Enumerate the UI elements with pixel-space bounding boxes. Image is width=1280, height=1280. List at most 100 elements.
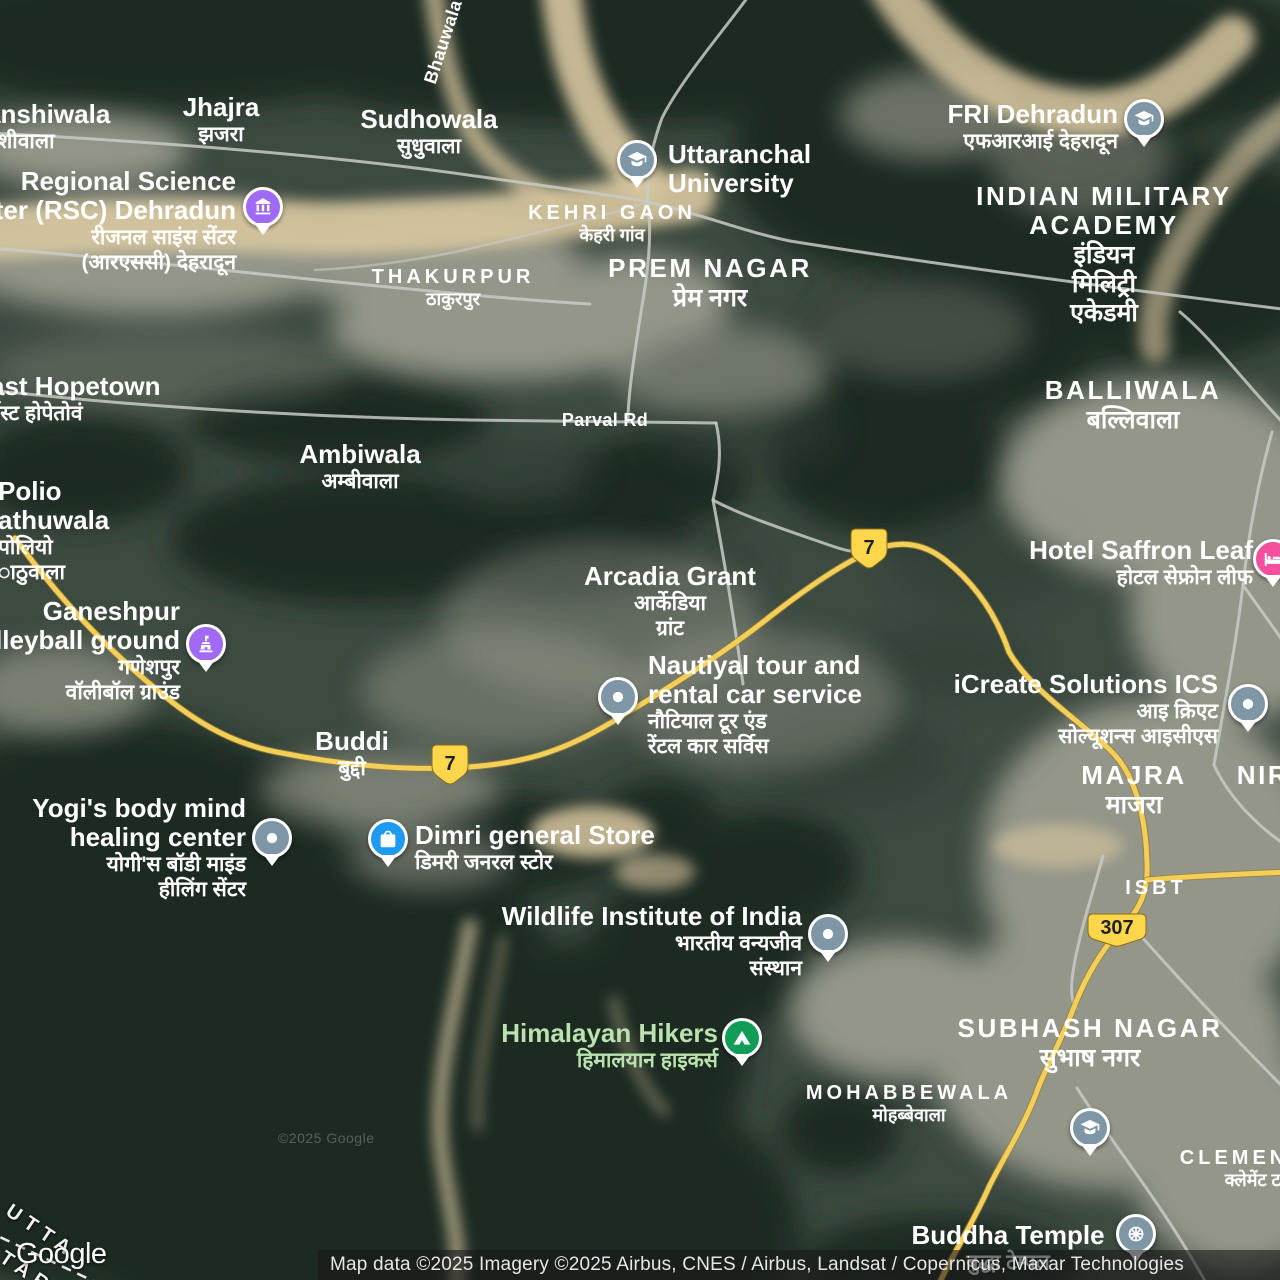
- label-banshiwala[interactable]: anshiwalaबंशीवाला: [0, 99, 111, 154]
- label-ganeshpur-volleyball-ground[interactable]: Ganeshpur lleyball ground गणेशपुर वॉलीबॉल ग…: [0, 596, 180, 704]
- label-arcadia-grant-hindi-text: ग्रांट: [656, 616, 684, 640]
- label-uttaranchal-university[interactable]: Uttaranchal University: [668, 139, 812, 199]
- label-ambiwala[interactable]: Ambiwala अम्बीवाला: [299, 439, 421, 494]
- label-ambiwala-hindi-text: अम्बीवाला: [321, 470, 399, 494]
- label-dimri-general-store[interactable]: Dimri general Store डिमरी जनरल स्टोर: [415, 820, 655, 875]
- label-buddi-text: Buddi: [315, 726, 389, 756]
- label-thakurpur[interactable]: THAKURPUR ठाकुरपुर: [372, 266, 535, 310]
- label-parval-rd-text: Parval Rd: [561, 410, 649, 430]
- label-majra-hindi-text: माजरा: [1105, 791, 1163, 820]
- label-jhajra[interactable]: Jhajra झजरा: [183, 92, 260, 147]
- label-indian-military-academy[interactable]: INDIAN MILITARY ACADEMY इंडियन मिलिट्री एकेड…: [976, 181, 1232, 327]
- label-polio-mathuwala-text: Polio: [0, 476, 62, 506]
- label-subhash-nagar[interactable]: SUBHASH NAGAR सुभाष नगर: [958, 1013, 1223, 1073]
- route-number: 7: [863, 537, 875, 559]
- label-prem-nagar-hindi-text: प्रेम नगर: [672, 284, 748, 313]
- label-wildlife-institute[interactable]: Wildlife Institute of India भारतीय वन्यजी…: [502, 901, 802, 980]
- label-clement[interactable]: CLEMENT Tक्लेमेंट टा: [1180, 1147, 1280, 1191]
- google-maps-satellite-view[interactable]: ©2025 Google UTTA TTARAKH 77307anshiwala…: [0, 0, 1280, 1280]
- route-number: 7: [444, 753, 456, 775]
- label-hotel-saffron-leaf-hindi-text: होटल सेफ्रोन लीफ: [1116, 566, 1253, 590]
- label-nautiyal-tour-text: Nautiyal tour and: [648, 650, 861, 680]
- label-yogis-healing-center-hindi-text: हीलिंग सेंटर: [158, 877, 246, 901]
- label-kehri-gaon-hindi-text: केहरी गांव: [579, 225, 645, 246]
- label-icreate-solutions[interactable]: iCreate Solutions ICS आइ क्रिएट सोल्यूशन्स…: [954, 669, 1218, 748]
- label-yogis-healing-center-hindi-text: योगी'स बॉडी माइंड: [106, 853, 246, 877]
- route-number: 307: [1100, 917, 1134, 939]
- graduation-cap-icon: [626, 149, 648, 171]
- label-balliwala-hindi-text: बल्लिवाला: [1086, 406, 1180, 435]
- label-east-hopetown-hindi-text: ईस्ट होपेतोवं: [0, 402, 83, 426]
- label-rsc-text: ter (RSC) Dehradun: [0, 195, 236, 226]
- label-indian-military-academy-text: ACADEMY: [1029, 210, 1179, 241]
- label-ambiwala-text: Ambiwala: [299, 439, 421, 469]
- google-logo[interactable]: Google: [16, 1238, 107, 1271]
- label-banshiwala-hindi-text: बंशीवाला: [0, 130, 55, 154]
- label-rsc[interactable]: Regional Science ter (RSC) Dehradun रीजनल …: [0, 166, 236, 274]
- label-banshiwala-text: anshiwala: [0, 99, 111, 129]
- label-hotel-saffron-leaf[interactable]: Hotel Saffron Leaf होटल सेफ्रोन लीफ: [1029, 535, 1253, 590]
- label-isbt[interactable]: ISBT: [1125, 877, 1187, 899]
- label-nautiyal-tour-hindi-text: नौटियाल टूर एंड: [648, 710, 767, 734]
- label-arcadia-grant[interactable]: Arcadia Grant आर्केडिया ग्रांट: [584, 561, 756, 640]
- label-polio-mathuwala[interactable]: Polio athuwala पोलियोाठुवाला: [0, 476, 110, 584]
- label-uttaranchal-university-text: Uttaranchal: [668, 139, 812, 169]
- label-yogis-healing-center-text: Yogi's body mind: [32, 793, 246, 823]
- label-yogis-healing-center[interactable]: Yogi's body mind healing center योगी'स बॉड…: [32, 793, 246, 901]
- dimri-general-store-pin[interactable]: [368, 819, 408, 859]
- label-sudhowala-text: Sudhowala: [360, 104, 498, 134]
- label-sudhowala[interactable]: Sudhowala सुधुवाला: [360, 104, 498, 159]
- fri-dehradun-pin[interactable]: [1124, 99, 1164, 139]
- label-himalayan-hikers[interactable]: Himalayan Hikers हिमालयान हाइकर्स: [501, 1018, 718, 1073]
- label-clement-hindi-text: क्लेमेंट टा: [1224, 1170, 1280, 1191]
- label-east-hopetown[interactable]: ast Hopetownईस्ट होपेतोवं: [0, 371, 160, 426]
- label-polio-mathuwala-hindi-text: पोलियो: [0, 536, 53, 560]
- graduation-cap-icon: [1079, 1117, 1101, 1139]
- attribution-text: Map data ©2025 Imagery ©2025 Airbus, CNE…: [330, 1254, 1185, 1275]
- label-nautiyal-tour[interactable]: Nautiyal tour and rental car service नौटिय…: [648, 650, 862, 758]
- label-balliwala[interactable]: BALLIWALA बल्लिवाला: [1045, 375, 1221, 435]
- label-bhauwala-road-text: Bhauwala: [420, 0, 466, 87]
- label-polio-mathuwala-hindi-text: ाठुवाला: [0, 560, 65, 584]
- label-himalayan-hikers-hindi-text: हिमालयान हाइकर्स: [576, 1049, 718, 1073]
- wildlife-institute-pin[interactable]: [808, 914, 848, 954]
- label-clement-text: CLEMENT T: [1179, 1147, 1280, 1169]
- regional-science-center-pin[interactable]: [243, 187, 283, 227]
- graduation-cap-icon: [1133, 108, 1155, 130]
- label-nir[interactable]: NIR: [1237, 760, 1280, 790]
- icreate-solutions-pin[interactable]: [1228, 684, 1268, 724]
- label-mohabbewala[interactable]: MOHABBEWALA मोहब्बेवाला: [806, 1082, 1012, 1126]
- dot-icon: [817, 923, 839, 945]
- label-prem-nagar[interactable]: PREM NAGAR प्रेम नगर: [608, 253, 812, 313]
- label-ganeshpur-volleyball-ground-hindi-text: गणेशपुर: [118, 656, 180, 680]
- label-dimri-general-store-text: Dimri general Store: [415, 820, 655, 850]
- school-pin[interactable]: [1070, 1108, 1110, 1148]
- label-fri-dehradun[interactable]: FRI Dehradun एफआरआई देहरादून: [948, 99, 1118, 154]
- label-polio-mathuwala-text: athuwala: [0, 505, 110, 536]
- label-indian-military-academy-text: INDIAN MILITARY: [976, 181, 1232, 211]
- label-buddi[interactable]: Buddi बुद्दी: [315, 726, 389, 781]
- label-rsc-hindi-text: (आरएससी) देहरादून: [81, 250, 236, 274]
- nautiyal-tour-pin[interactable]: [598, 677, 638, 717]
- label-majra[interactable]: MAJRA माजरा: [1081, 760, 1186, 820]
- label-subhash-nagar-hindi-text: सुभाष नगर: [1039, 1044, 1141, 1073]
- label-himalayan-hikers-text: Himalayan Hikers: [501, 1018, 718, 1048]
- himalayan-hikers-pin[interactable]: [722, 1018, 762, 1058]
- label-uttaranchal-university-text: University: [668, 168, 794, 199]
- label-yogis-healing-center-text: healing center: [69, 822, 246, 853]
- label-mohabbewala-text: MOHABBEWALA: [805, 1082, 1013, 1104]
- yogis-healing-center-pin[interactable]: [252, 818, 292, 858]
- label-hotel-saffron-leaf-text: Hotel Saffron Leaf: [1029, 535, 1253, 565]
- hotel-saffron-leaf-pin[interactable]: [1253, 539, 1280, 579]
- label-wildlife-institute-hindi-text: संस्थान: [749, 956, 802, 980]
- label-nautiyal-tour-text: rental car service: [648, 679, 862, 710]
- uttaranchal-university-pin[interactable]: [617, 140, 657, 180]
- route-shield-7: 7: [430, 743, 470, 789]
- label-arcadia-grant-hindi-text: आर्केडिया: [634, 592, 706, 616]
- label-jhajra-hindi-text: झजरा: [198, 123, 244, 147]
- buddha-temple-pin[interactable]: [1116, 1214, 1156, 1254]
- ganeshpur-volleyball-ground-pin[interactable]: [186, 624, 226, 664]
- label-kehri-gaon[interactable]: KEHRI GAON केहरी गांव: [528, 202, 696, 246]
- route-shield-7: 7: [849, 527, 889, 573]
- label-parval-rd: Parval Rd: [562, 410, 648, 430]
